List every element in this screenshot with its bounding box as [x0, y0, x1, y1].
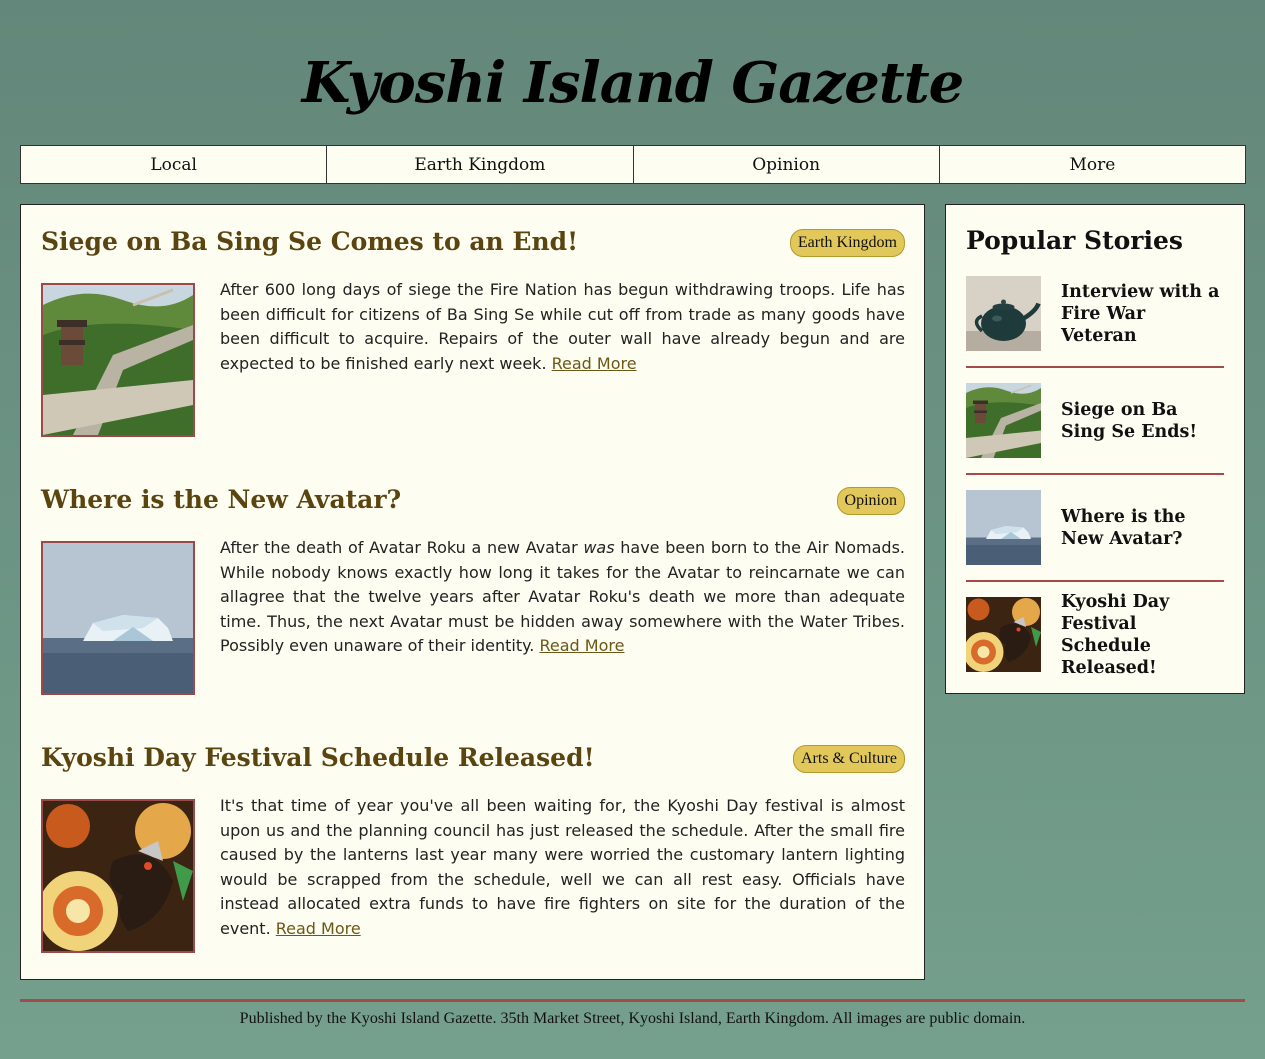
popular-stories: Popular Stories Interview with a Fire Wa… — [945, 204, 1245, 694]
read-more-link[interactable]: Read More — [552, 354, 637, 373]
article-card: Kyoshi Day Festival Schedule Released! A… — [41, 741, 905, 953]
popular-story-title[interactable]: Interview with a Fire War Veteran — [1061, 276, 1221, 351]
popular-story-item[interactable]: Kyoshi Day Festival Schedule Released! — [966, 592, 1224, 687]
masthead: Kyoshi Island Gazette — [0, 40, 1265, 130]
article-summary: After 600 long days of siege the Fire Na… — [220, 278, 905, 376]
category-badge[interactable]: Earth Kingdom — [789, 229, 905, 257]
article-title[interactable]: Siege on Ba Sing Se Comes to an End! — [41, 225, 578, 259]
popular-story-title[interactable]: Siege on Ba Sing Se Ends! — [1061, 383, 1221, 458]
dragon-lantern-photo-icon[interactable] — [41, 799, 195, 953]
summary-emphasis: was — [583, 538, 615, 557]
iceberg-photo-icon[interactable] — [41, 541, 195, 695]
main-nav: Local Earth Kingdom Opinion More — [20, 145, 1246, 184]
divider — [966, 580, 1224, 582]
popular-story-title[interactable]: Kyoshi Day Festival Schedule Released! — [1061, 592, 1221, 678]
great-wall-photo-icon[interactable] — [41, 283, 195, 437]
teapot-photo-icon — [966, 276, 1041, 351]
great-wall-photo-icon — [966, 383, 1041, 458]
divider — [966, 366, 1224, 368]
dragon-lantern-photo-icon — [966, 597, 1041, 672]
nav-item-local[interactable]: Local — [20, 145, 328, 184]
read-more-link[interactable]: Read More — [539, 636, 624, 655]
read-more-link[interactable]: Read More — [276, 919, 361, 938]
footer-divider — [20, 999, 1245, 1002]
popular-story-item[interactable]: Interview with a Fire War Veteran — [966, 276, 1224, 368]
summary-text: After the death of Avatar Roku a new Ava… — [220, 538, 578, 557]
article-title[interactable]: Kyoshi Day Festival Schedule Released! — [41, 741, 595, 775]
article-list: Siege on Ba Sing Se Comes to an End! Ear… — [20, 204, 925, 980]
summary-text: It's that time of year you've all been w… — [220, 796, 905, 938]
sidebar-title: Popular Stories — [966, 226, 1183, 255]
site-title[interactable]: Kyoshi Island Gazette — [0, 40, 1265, 126]
category-badge[interactable]: Opinion — [836, 487, 905, 515]
nav-item-more[interactable]: More — [939, 145, 1246, 184]
article-summary: It's that time of year you've all been w… — [220, 794, 905, 941]
nav-item-earth-kingdom[interactable]: Earth Kingdom — [327, 145, 634, 184]
category-badge[interactable]: Arts & Culture — [793, 745, 905, 773]
nav-item-opinion[interactable]: Opinion — [633, 145, 940, 184]
footer-text: Published by the Kyoshi Island Gazette. … — [239, 1010, 1026, 1027]
article-summary: After the death of Avatar Roku a new Ava… — [220, 536, 905, 659]
article-card: Siege on Ba Sing Se Comes to an End! Ear… — [41, 225, 905, 437]
iceberg-photo-icon — [966, 490, 1041, 565]
article-title[interactable]: Where is the New Avatar? — [41, 483, 401, 517]
divider — [966, 473, 1224, 475]
popular-story-title[interactable]: Where is the New Avatar? — [1061, 490, 1221, 565]
article-card: Where is the New Avatar? Opinion After t… — [41, 483, 905, 695]
popular-story-item[interactable]: Siege on Ba Sing Se Ends! — [966, 383, 1224, 475]
popular-story-item[interactable]: Where is the New Avatar? — [966, 490, 1224, 582]
